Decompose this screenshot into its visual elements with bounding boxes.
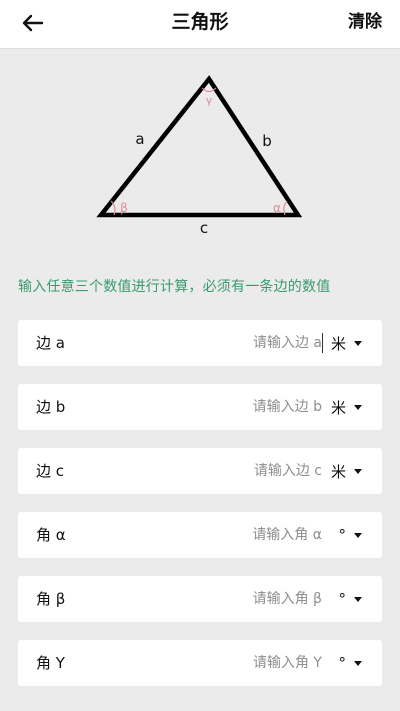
unit-dropdown[interactable]: 米 (331, 320, 362, 366)
caret-down-icon (354, 660, 362, 666)
unit-label: ° (338, 654, 347, 672)
caret-down-icon (354, 340, 362, 346)
row-label: 边 c (36, 462, 65, 480)
unit-dropdown[interactable]: 米 (331, 448, 362, 494)
hint-text: 输入任意三个数值进行计算，必须有一条边的数值 (18, 279, 331, 295)
caret-down-icon (354, 532, 362, 538)
unit-label: ° (338, 590, 347, 608)
row-label: 边 b (36, 398, 66, 416)
row-side-c: 边 c 米 (18, 448, 382, 494)
text-cursor (322, 333, 323, 353)
unit-label: 米 (330, 334, 346, 353)
angle-gamma-label: γ (206, 94, 213, 107)
unit-dropdown[interactable]: ° (338, 640, 362, 686)
row-angle-beta: 角 β ° (18, 576, 382, 622)
page-title: 三角形 (171, 11, 229, 33)
unit-dropdown[interactable]: ° (338, 576, 362, 622)
angle-gamma-input[interactable] (122, 652, 322, 674)
caret-down-icon (354, 596, 362, 602)
unit-dropdown[interactable]: ° (338, 512, 362, 558)
row-angle-alpha: 角 α ° (18, 512, 382, 558)
row-label: 角 α (36, 526, 66, 544)
unit-label: 米 (330, 398, 346, 417)
row-label: 角 Y (36, 654, 65, 672)
caret-down-icon (354, 404, 362, 410)
row-angle-gamma: 角 Y ° (18, 640, 382, 686)
unit-dropdown[interactable]: 米 (331, 384, 362, 430)
side-b-input[interactable] (122, 396, 322, 418)
caret-down-icon (354, 468, 362, 474)
side-b-label: b (262, 132, 272, 150)
row-label: 角 β (36, 590, 66, 608)
top-bar: 三角形 清除 (0, 0, 400, 49)
side-a-label: a (135, 130, 144, 148)
triangle-diagram: γ β α a b c (96, 75, 303, 237)
side-c-input[interactable] (122, 460, 322, 482)
unit-label: ° (338, 526, 347, 544)
row-label: 边 a (36, 334, 65, 352)
clear-button[interactable]: 清除 (348, 10, 382, 34)
side-a-input[interactable] (122, 332, 322, 354)
angle-beta-input[interactable] (122, 588, 322, 610)
row-side-b: 边 b 米 (18, 384, 382, 430)
angle-alpha-input[interactable] (122, 524, 322, 546)
row-side-a: 边 a 米 (18, 320, 382, 366)
unit-label: 米 (330, 462, 346, 481)
angle-alpha-label: α (273, 201, 281, 215)
angle-beta-label: β (120, 201, 128, 215)
side-c-label: c (200, 219, 208, 237)
